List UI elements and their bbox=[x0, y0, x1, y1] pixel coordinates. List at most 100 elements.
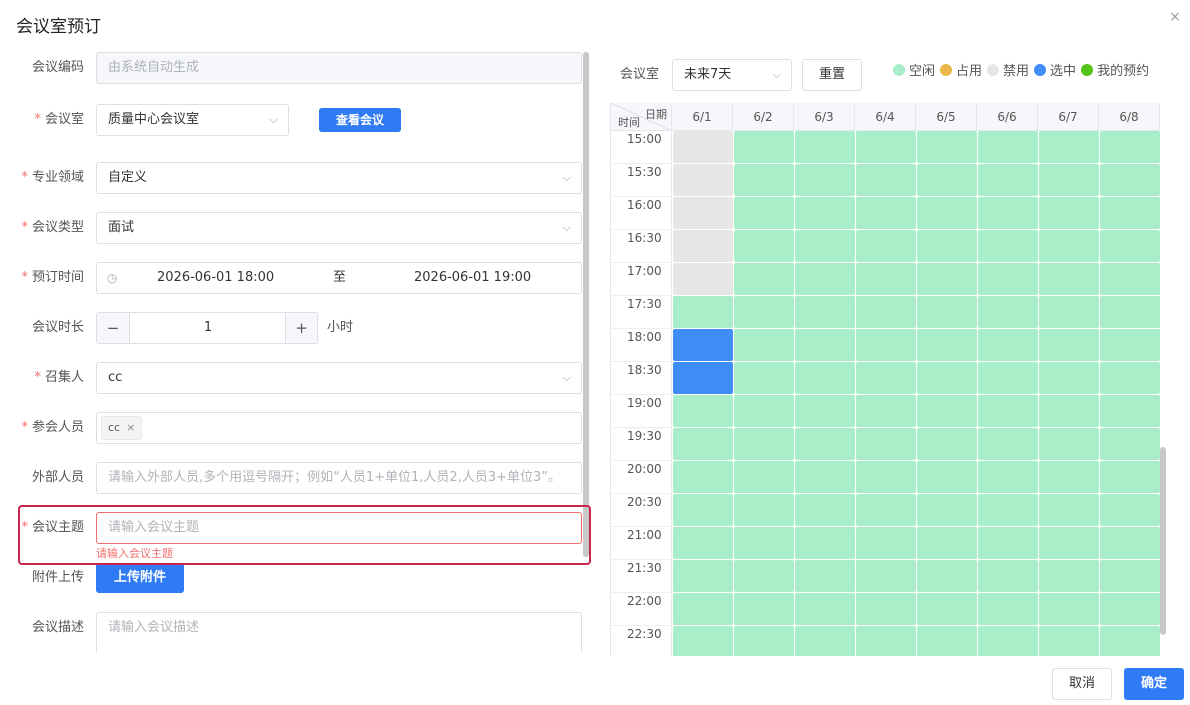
slot-cell-free[interactable] bbox=[795, 626, 855, 656]
desc-textarea[interactable]: 请输入会议描述 bbox=[96, 612, 582, 652]
slot-cell-free[interactable] bbox=[1039, 362, 1099, 394]
slot-cell-free[interactable] bbox=[734, 395, 794, 427]
slot-cell-free[interactable] bbox=[978, 395, 1038, 427]
confirm-button[interactable]: 确定 bbox=[1124, 668, 1184, 700]
slot-cell-free[interactable] bbox=[734, 527, 794, 559]
slot-cell-free[interactable] bbox=[1039, 263, 1099, 295]
cancel-button[interactable]: 取消 bbox=[1052, 668, 1112, 700]
slot-cell-free[interactable] bbox=[734, 131, 794, 163]
slot-cell-free[interactable] bbox=[1039, 164, 1099, 196]
slot-cell-free[interactable] bbox=[1039, 527, 1099, 559]
slot-cell-free[interactable] bbox=[917, 329, 977, 361]
slot-cell-free[interactable] bbox=[917, 296, 977, 328]
slot-cell-free[interactable] bbox=[856, 593, 916, 625]
slot-cell-free[interactable] bbox=[917, 626, 977, 656]
slot-cell-free[interactable] bbox=[734, 230, 794, 262]
plus-button[interactable]: + bbox=[285, 313, 317, 343]
room-select[interactable]: 质量中心会议室 ⌵ bbox=[96, 104, 289, 136]
slot-cell-free[interactable] bbox=[795, 362, 855, 394]
slot-cell-free[interactable] bbox=[978, 560, 1038, 592]
slot-cell-free[interactable] bbox=[1100, 461, 1160, 493]
slot-cell-free[interactable] bbox=[673, 593, 733, 625]
slot-cell-free[interactable] bbox=[795, 395, 855, 427]
field-select[interactable]: 自定义 ⌵ bbox=[96, 162, 582, 194]
slot-cell-free[interactable] bbox=[1100, 230, 1160, 262]
slot-cell-free[interactable] bbox=[917, 197, 977, 229]
slot-cell-free[interactable] bbox=[917, 131, 977, 163]
slot-cell-free[interactable] bbox=[795, 263, 855, 295]
close-icon[interactable]: × bbox=[126, 421, 135, 434]
slot-cell-free[interactable] bbox=[795, 461, 855, 493]
slot-cell-free[interactable] bbox=[856, 329, 916, 361]
slot-cell-free[interactable] bbox=[795, 428, 855, 460]
slot-cell-free[interactable] bbox=[795, 131, 855, 163]
slot-cell-selected[interactable] bbox=[673, 329, 733, 361]
slot-cell-free[interactable] bbox=[795, 560, 855, 592]
slot-cell-free[interactable] bbox=[734, 164, 794, 196]
convener-select[interactable]: cc ⌵ bbox=[96, 362, 582, 394]
slot-cell-free[interactable] bbox=[1100, 362, 1160, 394]
slot-cell-free[interactable] bbox=[1100, 527, 1160, 559]
slot-cell-free[interactable] bbox=[1039, 560, 1099, 592]
slot-cell-free[interactable] bbox=[978, 461, 1038, 493]
slot-cell-free[interactable] bbox=[978, 329, 1038, 361]
slot-cell-free[interactable] bbox=[673, 527, 733, 559]
slot-cell-free[interactable] bbox=[856, 494, 916, 526]
slot-cell-free[interactable] bbox=[734, 329, 794, 361]
slot-cell-free[interactable] bbox=[917, 428, 977, 460]
slot-cell-free[interactable] bbox=[1100, 329, 1160, 361]
slot-cell-free[interactable] bbox=[917, 494, 977, 526]
slot-cell-free[interactable] bbox=[856, 263, 916, 295]
slot-cell-free[interactable] bbox=[856, 560, 916, 592]
slot-cell-free[interactable] bbox=[978, 362, 1038, 394]
slot-cell-free[interactable] bbox=[978, 626, 1038, 656]
view-meetings-button[interactable]: 查看会议 bbox=[319, 108, 401, 132]
slot-cell-free[interactable] bbox=[917, 362, 977, 394]
slot-cell-free[interactable] bbox=[1039, 296, 1099, 328]
slot-cell-free[interactable] bbox=[1039, 593, 1099, 625]
slot-cell-free[interactable] bbox=[978, 494, 1038, 526]
slot-cell-free[interactable] bbox=[1039, 329, 1099, 361]
slot-cell-free[interactable] bbox=[734, 461, 794, 493]
slot-cell-free[interactable] bbox=[1039, 428, 1099, 460]
slot-cell-free[interactable] bbox=[978, 164, 1038, 196]
slot-cell-free[interactable] bbox=[978, 230, 1038, 262]
slot-cell-free[interactable] bbox=[1100, 197, 1160, 229]
slot-cell-free[interactable] bbox=[978, 131, 1038, 163]
slot-cell-free[interactable] bbox=[856, 296, 916, 328]
attendees-select[interactable]: cc × bbox=[96, 412, 582, 444]
slot-cell-free[interactable] bbox=[917, 560, 977, 592]
slot-cell-free[interactable] bbox=[673, 626, 733, 656]
external-input[interactable]: 请输入外部人员,多个用逗号隔开；例如“人员1+单位1,人员2,人员3+单位3”。 bbox=[96, 462, 582, 494]
slot-cell-free[interactable] bbox=[673, 296, 733, 328]
slot-cell-free[interactable] bbox=[856, 395, 916, 427]
slot-cell-free[interactable] bbox=[795, 164, 855, 196]
slot-cell-free[interactable] bbox=[978, 527, 1038, 559]
slot-cell-free[interactable] bbox=[978, 263, 1038, 295]
slot-cell-free[interactable] bbox=[734, 296, 794, 328]
slot-cell-free[interactable] bbox=[1100, 164, 1160, 196]
form-scrollbar[interactable] bbox=[583, 52, 589, 557]
slot-cell-free[interactable] bbox=[978, 428, 1038, 460]
slot-cell-free[interactable] bbox=[917, 164, 977, 196]
slot-cell-free[interactable] bbox=[1039, 395, 1099, 427]
slot-cell-free[interactable] bbox=[1100, 263, 1160, 295]
slot-cell-free[interactable] bbox=[917, 593, 977, 625]
slot-cell-free[interactable] bbox=[856, 527, 916, 559]
slot-cell-free[interactable] bbox=[795, 329, 855, 361]
slot-cell-free[interactable] bbox=[734, 494, 794, 526]
slot-cell-free[interactable] bbox=[1039, 461, 1099, 493]
slot-cell-free[interactable] bbox=[795, 593, 855, 625]
slot-cell-free[interactable] bbox=[1100, 395, 1160, 427]
slot-cell-free[interactable] bbox=[978, 593, 1038, 625]
slot-cell-free[interactable] bbox=[1039, 230, 1099, 262]
slot-cell-free[interactable] bbox=[734, 197, 794, 229]
slot-cell-free[interactable] bbox=[917, 527, 977, 559]
slot-cell-free[interactable] bbox=[795, 527, 855, 559]
slot-cell-free[interactable] bbox=[1100, 560, 1160, 592]
slot-cell-free[interactable] bbox=[734, 560, 794, 592]
slot-cell-free[interactable] bbox=[673, 560, 733, 592]
slot-cell-free[interactable] bbox=[673, 461, 733, 493]
slot-cell-free[interactable] bbox=[673, 395, 733, 427]
slot-cell-free[interactable] bbox=[856, 197, 916, 229]
